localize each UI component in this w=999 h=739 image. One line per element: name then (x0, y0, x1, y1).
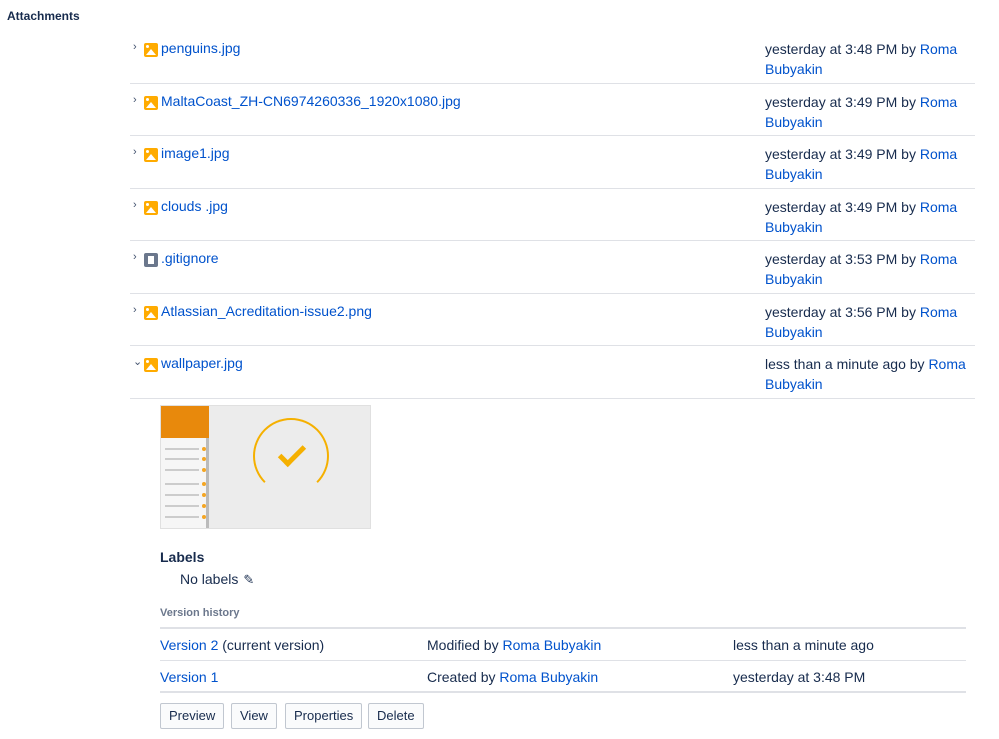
view-button[interactable]: View (231, 703, 277, 729)
attachment-meta: yesterday at 3:49 PM by Roma Bubyakin (765, 93, 958, 130)
attachment-name-link[interactable]: image1.jpg (161, 145, 230, 161)
attachment-row: › penguins.jpg yesterday at 3:48 PM by R… (130, 31, 975, 84)
attachment-name-link[interactable]: wallpaper.jpg (161, 355, 243, 371)
chevron-right-icon[interactable]: › (133, 304, 143, 316)
attachments-list: › penguins.jpg yesterday at 3:48 PM by R… (130, 31, 975, 399)
version-row: Version 2 (current version) Modified by … (160, 629, 966, 661)
image-file-icon (144, 43, 158, 57)
chevron-right-icon[interactable]: › (133, 41, 143, 53)
time-cell: yesterday at 3:48 PM (733, 669, 866, 685)
version-link[interactable]: Version 1 (160, 669, 218, 685)
attachment-meta: yesterday at 3:48 PM by Roma Bubyakin (765, 41, 958, 77)
author-link[interactable]: Roma Bubyakin (502, 637, 601, 653)
attachment-meta: less than a minute ago by Roma Bubyakin (765, 356, 966, 392)
attachment-row: › Atlassian_Acreditation-issue2.png yest… (130, 294, 975, 346)
attachment-name-link[interactable]: penguins.jpg (161, 40, 240, 56)
chevron-right-icon[interactable]: › (133, 94, 143, 106)
properties-button[interactable]: Properties (285, 703, 363, 729)
chevron-right-icon[interactable]: › (133, 199, 143, 211)
time-cell: less than a minute ago (733, 637, 874, 653)
pencil-icon[interactable]: ✎ (243, 572, 254, 588)
modified-cell: Modified by Roma Bubyakin (427, 637, 602, 653)
chevron-right-icon[interactable]: › (133, 146, 143, 158)
attachment-name-link[interactable]: Atlassian_Acreditation-issue2.png (161, 303, 372, 319)
preview-button[interactable]: Preview (160, 703, 225, 729)
attachment-preview-thumbnail[interactable] (160, 405, 371, 529)
version-row: Version 1 Created by Roma Bubyakin yeste… (160, 661, 966, 693)
attachment-name-link[interactable]: MaltaCoast_ZH-CN6974260336_1920x1080.jpg (161, 93, 461, 109)
attachment-row: › image1.jpg yesterday at 3:49 PM by Rom… (130, 136, 975, 189)
author-link[interactable]: Roma Bubyakin (499, 669, 598, 685)
version-history-title: Version history (160, 607, 240, 619)
attachment-meta: yesterday at 3:56 PM by Roma Bubyakin (765, 303, 958, 340)
image-file-icon (144, 200, 158, 215)
chevron-right-icon[interactable]: › (133, 251, 143, 263)
attachment-meta: yesterday at 3:49 PM by Roma Bubyakin (765, 146, 958, 182)
attachment-name-link[interactable]: .gitignore (161, 250, 219, 266)
image-file-icon (144, 95, 158, 110)
attachment-row: › clouds .jpg yesterday at 3:49 PM by Ro… (130, 189, 975, 241)
labels-heading: Labels (160, 549, 205, 565)
attachments-heading: Attachments (7, 9, 80, 23)
delete-button[interactable]: Delete (368, 703, 424, 729)
image-file-icon (144, 305, 158, 320)
attachment-name-link[interactable]: clouds .jpg (161, 198, 228, 214)
attachment-row-expanded: ⌄ wallpaper.jpg less than a minute ago b… (130, 346, 975, 399)
attachment-row: › .gitignore yesterday at 3:53 PM by Rom… (130, 241, 975, 294)
version-cell: Version 2 (current version) (160, 637, 325, 653)
version-history-table: Version 2 (current version) Modified by … (160, 627, 966, 693)
thumbnail-sidebar (161, 406, 209, 528)
chevron-down-icon[interactable]: ⌄ (133, 356, 143, 368)
attachment-row: › MaltaCoast_ZH-CN6974260336_1920x1080.j… (130, 84, 975, 136)
image-file-icon (144, 148, 158, 162)
version-link[interactable]: Version 2 (160, 637, 218, 653)
modified-cell: Created by Roma Bubyakin (427, 669, 599, 685)
image-file-icon (144, 358, 158, 372)
document-file-icon (144, 253, 158, 267)
labels-value: No labels ✎ (180, 571, 255, 588)
attachment-meta: yesterday at 3:53 PM by Roma Bubyakin (765, 251, 958, 287)
version-cell: Version 1 (160, 669, 218, 685)
attachment-meta: yesterday at 3:49 PM by Roma Bubyakin (765, 198, 958, 235)
